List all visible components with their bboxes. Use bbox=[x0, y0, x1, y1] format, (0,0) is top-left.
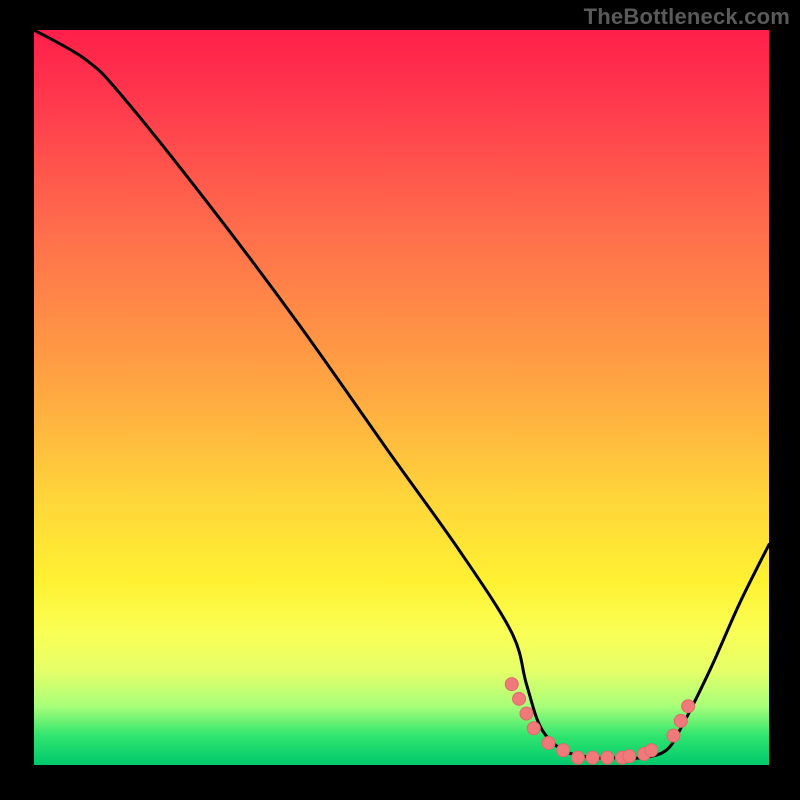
data-point-marker bbox=[542, 736, 555, 749]
data-point-marker bbox=[667, 729, 680, 742]
data-point-marker bbox=[674, 714, 687, 727]
data-point-marker bbox=[557, 744, 570, 757]
data-point-marker bbox=[527, 722, 540, 735]
data-point-marker bbox=[505, 678, 518, 691]
data-point-marker bbox=[623, 750, 636, 763]
data-point-marker bbox=[513, 692, 526, 705]
data-point-marker bbox=[645, 744, 658, 757]
bottleneck-curve bbox=[34, 30, 769, 758]
watermark-text: TheBottleneck.com bbox=[584, 4, 790, 30]
data-point-marker bbox=[601, 751, 614, 764]
data-point-marker bbox=[682, 700, 695, 713]
curve-group bbox=[34, 30, 769, 758]
data-point-marker bbox=[571, 751, 584, 764]
data-point-marker bbox=[586, 751, 599, 764]
chart-svg bbox=[34, 30, 769, 765]
chart-container: TheBottleneck.com bbox=[0, 0, 800, 800]
data-point-marker bbox=[520, 707, 533, 720]
plot-area bbox=[34, 30, 769, 765]
